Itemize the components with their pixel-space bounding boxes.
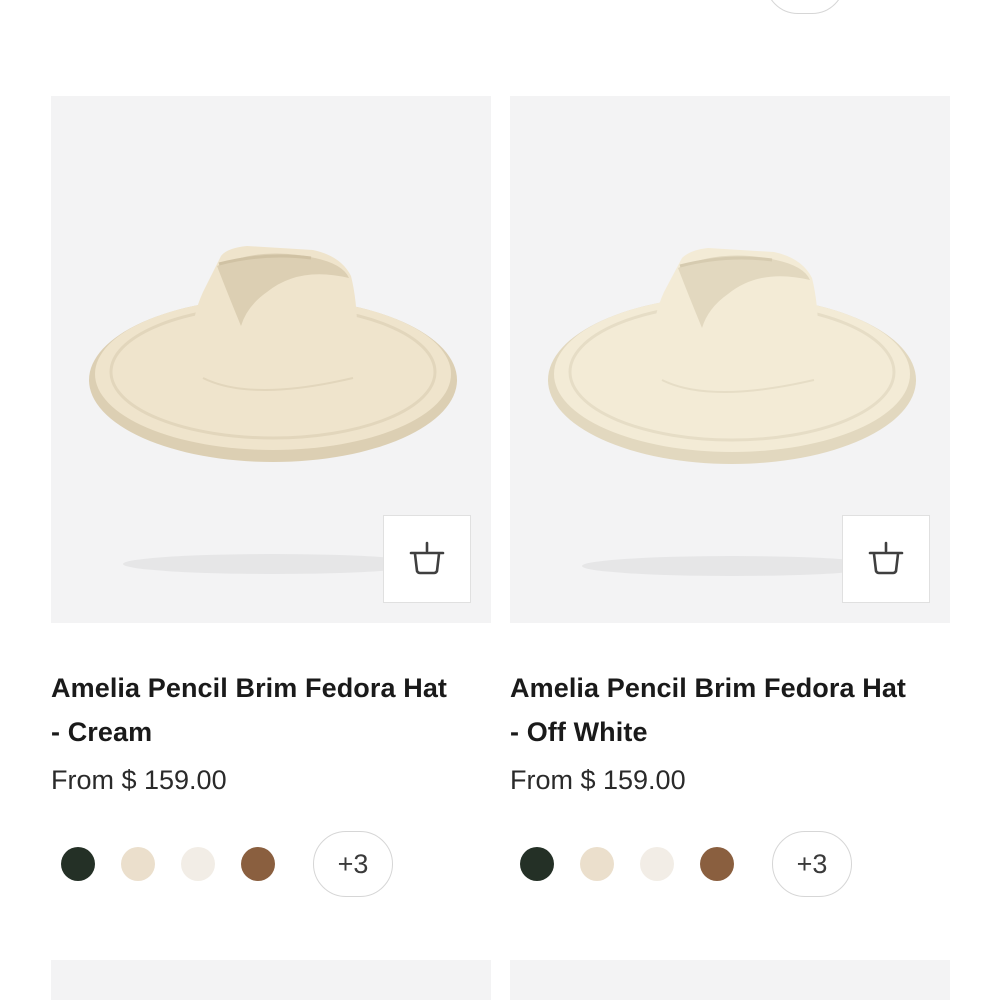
product-price: From $ 159.00 [51,765,227,795]
add-to-cart-button[interactable] [383,515,471,603]
swatch-cream[interactable] [580,847,614,881]
product-image[interactable] [510,960,950,1000]
color-swatches: +3 [510,831,950,897]
product-title[interactable]: Amelia Pencil Brim Fedora Hat - Cream [51,666,491,754]
product-card[interactable]: Amelia Pencil Brim Fedora Hat - Off Whit… [510,96,950,897]
swatch-off-white[interactable] [181,847,215,881]
add-to-cart-button[interactable] [842,515,930,603]
swatch-dark-green[interactable] [61,847,95,881]
color-swatches: +3 [51,831,491,897]
product-image[interactable] [51,96,491,623]
swatch-cream[interactable] [121,847,155,881]
basket-icon [409,541,445,575]
product-grid-page: Amelia Pencil Brim Fedora Hat - Cream Fr… [0,0,1000,1000]
product-image[interactable] [51,960,491,1000]
product-image[interactable] [510,96,950,623]
swatch-dark-green[interactable] [520,847,554,881]
product-price: From $ 159.00 [510,765,686,795]
more-colors-button[interactable]: +3 [313,831,393,897]
basket-icon [868,541,904,575]
more-colors-button[interactable]: +3 [772,831,852,897]
product-title[interactable]: Amelia Pencil Brim Fedora Hat - Off Whit… [510,666,950,754]
product-card[interactable]: Amelia Pencil Brim Fedora Hat - Cream Fr… [51,96,491,897]
swatch-off-white[interactable] [640,847,674,881]
swatch-brown[interactable] [700,847,734,881]
previous-row-more-colors-button[interactable] [765,0,845,14]
swatch-brown[interactable] [241,847,275,881]
